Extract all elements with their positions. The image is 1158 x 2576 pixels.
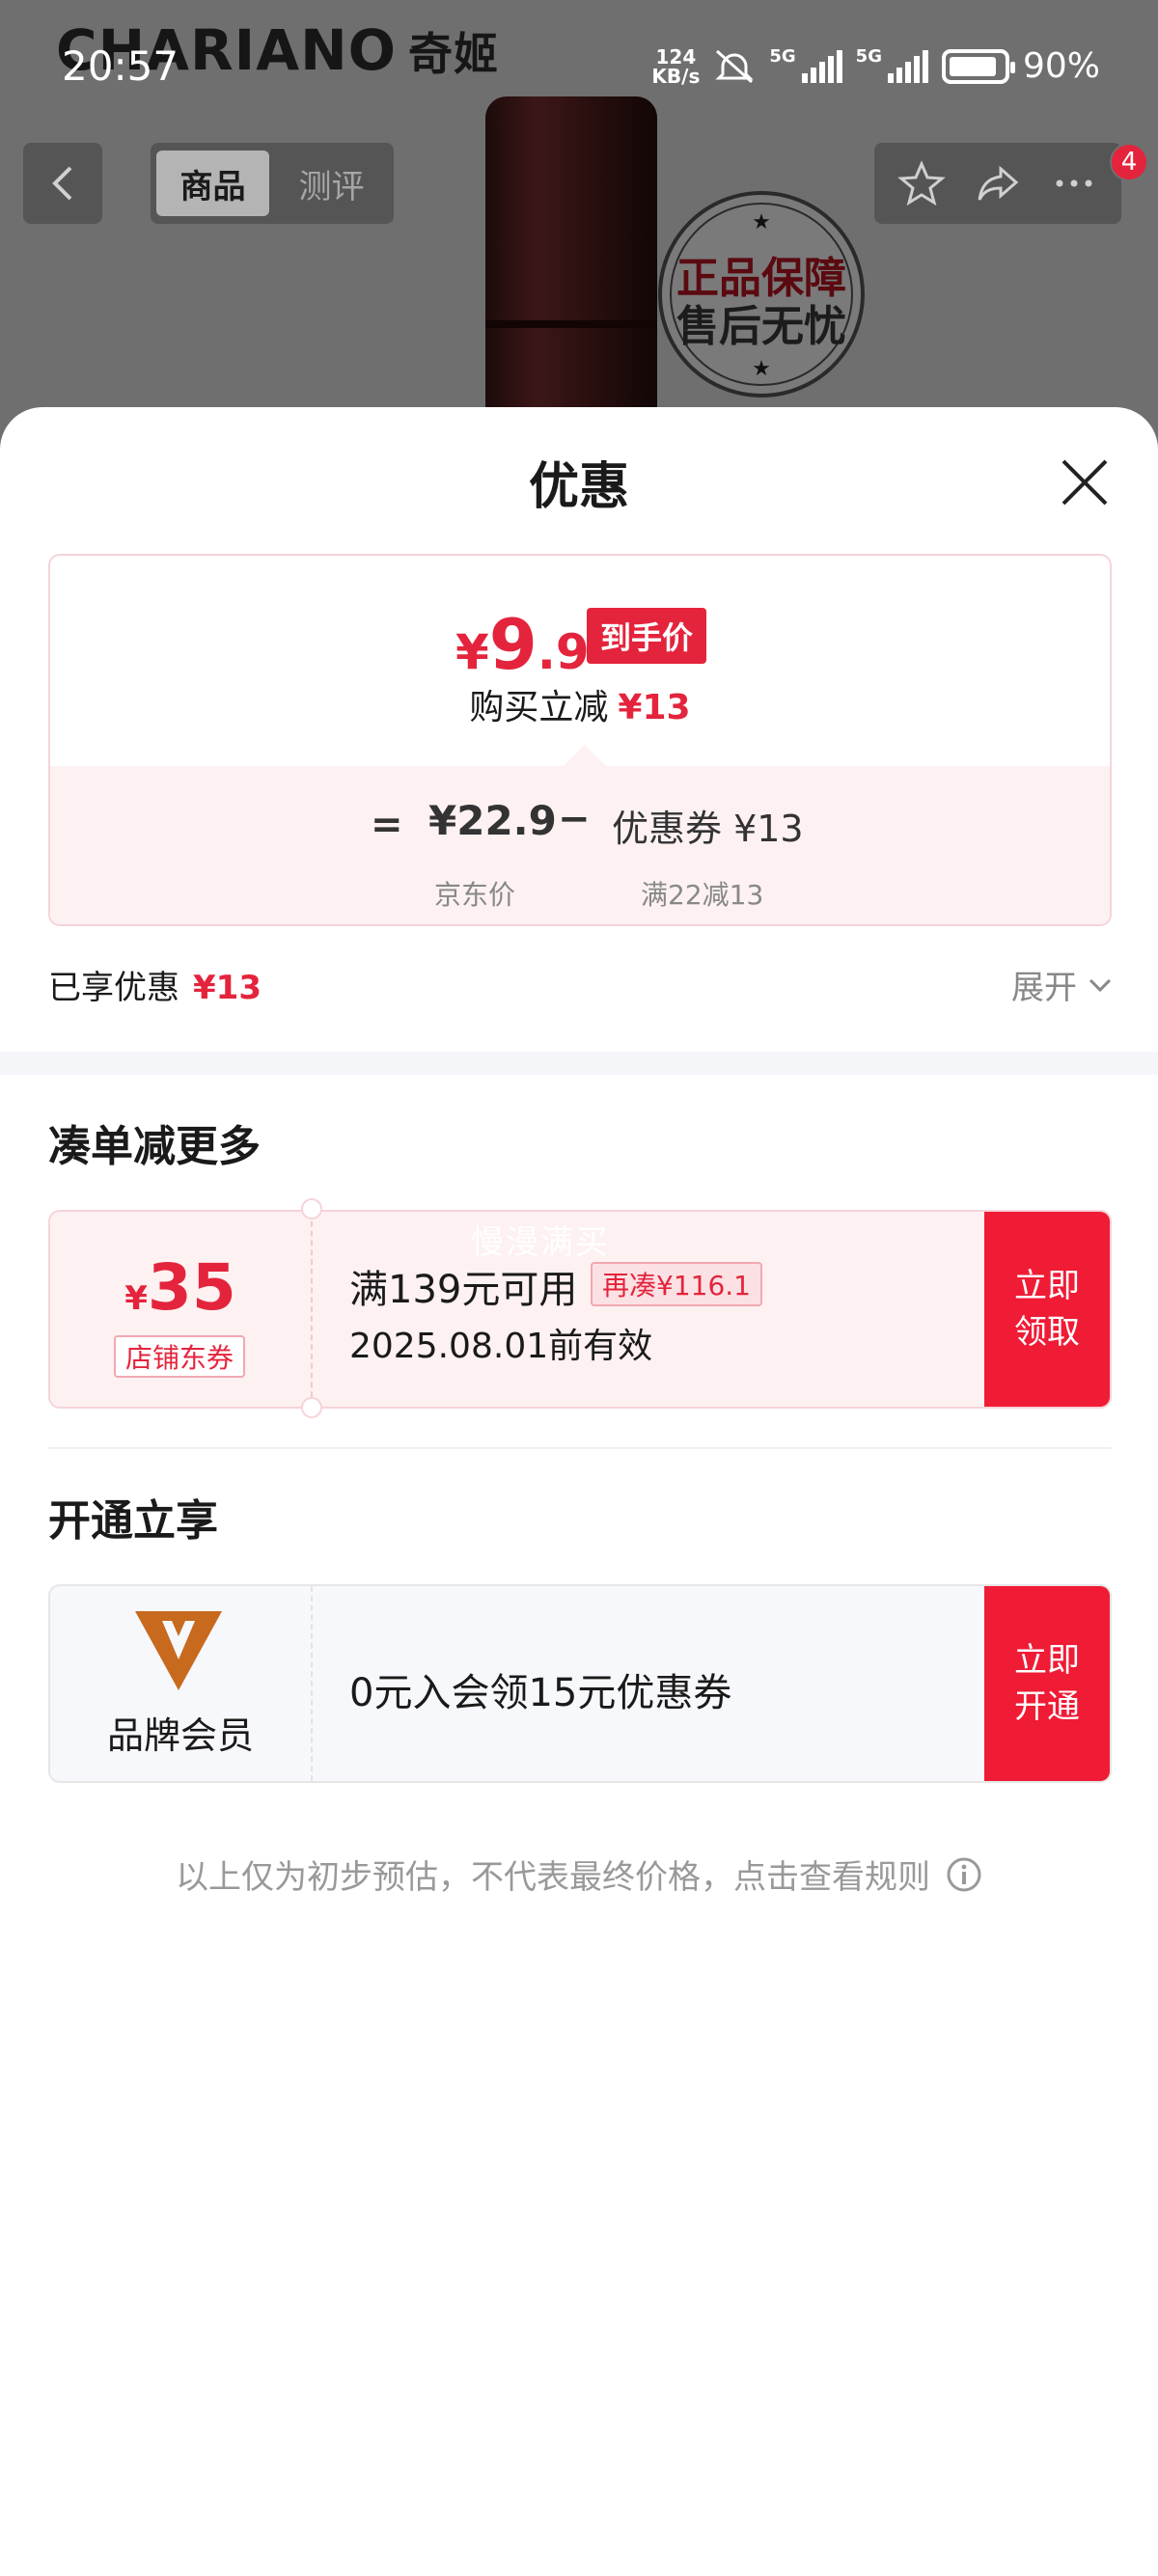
coupon-usage-condition: 满139元可用 [349, 1268, 578, 1312]
brand-v-logo-icon [135, 1611, 222, 1690]
join-line-2: 开通 [1014, 1687, 1080, 1726]
coupon-value-area: ¥35 店铺东券 [50, 1212, 313, 1407]
coupon-watermark: 慢漫满买 [471, 1223, 610, 1262]
page-tabs: 商品 测评 [151, 143, 394, 224]
coupon-value: ¥35 [50, 1250, 311, 1325]
equals-sign: = [371, 803, 403, 847]
coupon-number: 35 [147, 1250, 236, 1325]
notification-badge: 4 [1110, 143, 1148, 181]
coupon-amount: 优惠券 ¥13 [612, 808, 804, 850]
discount-sheet: 优惠 ¥9.9 到手价 购买立减 ¥13 = ¥22.9 − 优惠券 ¥13 京东… [0, 407, 1158, 2576]
reduce-amount: ¥13 [618, 688, 691, 727]
expand-button[interactable]: 展开 [1011, 961, 1114, 1008]
favorite-star-icon[interactable] [897, 159, 947, 207]
authenticity-seal: ★ 正品保障 售后无忧 ★ [658, 191, 865, 397]
join-membership-button[interactable]: 立即 开通 [984, 1586, 1110, 1781]
chevron-left-icon [52, 166, 72, 201]
network-speed: 124 KB/s [651, 47, 700, 86]
network-label-2: 5G [855, 46, 882, 67]
coupon-condition: 满22减13 [641, 879, 764, 911]
close-button[interactable] [1056, 453, 1114, 511]
share-icon[interactable] [974, 159, 1022, 207]
tab-reviews[interactable]: 测评 [275, 151, 388, 216]
coupon-currency: ¥ [124, 1279, 148, 1318]
final-price: ¥9.9 [455, 604, 590, 685]
alarm-off-icon [715, 49, 754, 83]
close-icon [1062, 459, 1108, 506]
coupon-type-badge: 店铺东券 [114, 1335, 246, 1378]
enjoyed-label: 已享优惠 [48, 969, 179, 1007]
jd-price-label: 京东价 [434, 879, 516, 911]
divider [48, 1447, 1112, 1449]
rules-footnote[interactable]: 以上仅为初步预估，不代表最终价格，点击查看规则 [0, 1850, 1158, 1898]
membership-brand-area: 品牌会员 [50, 1586, 313, 1781]
reduce-label: 购买立减 [469, 688, 609, 727]
status-time: 20:57 [62, 42, 179, 90]
status-icons: 124 KB/s 5G 5G 90% [651, 46, 1100, 86]
footnote-text: 以上仅为初步预估，不代表最终价格，点击查看规则 [176, 1858, 930, 1897]
currency-symbol: ¥ [455, 624, 489, 680]
section-divider [0, 1052, 1158, 1075]
claim-line-2: 领取 [1014, 1313, 1080, 1352]
membership-label: 品牌会员 [106, 1714, 254, 1757]
speed-unit: KB/s [651, 64, 701, 88]
status-bar: 20:57 124 KB/s 5G 5G 90% [0, 0, 1158, 135]
header-actions [874, 143, 1121, 224]
expand-label: 展开 [1011, 969, 1077, 1007]
store-coupon-card: ¥35 店铺东券 慢漫满买 满139元可用 再凑¥116.1 2025.08.0… [48, 1210, 1112, 1409]
speed-value: 124 [655, 44, 697, 69]
join-line-1: 立即 [1014, 1641, 1080, 1680]
minus-sign: − [558, 797, 591, 841]
price-card: ¥9.9 到手价 购买立减 ¥13 = ¥22.9 − 优惠券 ¥13 京东价 满… [48, 554, 1112, 926]
instant-reduce-line: 购买立减 ¥13 [50, 679, 1110, 729]
signal-icon [887, 49, 928, 83]
product-page-background: CHARIANO 奇姬 ★ 正品保障 售后无忧 ★ 20:57 124 KB/s … [0, 0, 1158, 453]
sheet-title: 优惠 [528, 458, 629, 516]
final-price-tag: 到手价 [587, 608, 707, 664]
price-caret [564, 745, 606, 766]
chevron-down-icon [1089, 978, 1112, 992]
coupon-validity: 2025.08.01前有效 [349, 1327, 653, 1366]
coupon-notch [301, 1397, 322, 1418]
final-price-area: ¥9.9 到手价 购买立减 ¥13 [50, 556, 1110, 766]
more-icon[interactable] [1050, 159, 1098, 207]
price-breakdown: = ¥22.9 − 优惠券 ¥13 京东价 满22减13 [50, 766, 1110, 924]
coupon-more-needed: 再凑¥116.1 [591, 1262, 762, 1306]
price-integer: 9 [488, 604, 538, 685]
claim-coupon-button[interactable]: 立即 领取 [984, 1212, 1110, 1407]
back-button[interactable] [23, 143, 102, 224]
price-decimal: .9 [537, 624, 590, 680]
star-icon: ★ [752, 210, 771, 234]
battery-icon [941, 48, 1015, 84]
product-image [485, 96, 657, 453]
membership-offer: 0元入会领15元优惠券 [349, 1671, 732, 1715]
star-icon: ★ [752, 357, 771, 381]
coupon-notch [301, 1198, 322, 1219]
info-icon[interactable] [946, 1856, 982, 1893]
battery-level: 90% [1022, 46, 1100, 86]
claim-line-1: 立即 [1014, 1267, 1080, 1305]
jd-price: ¥22.9 [428, 797, 557, 844]
seal-text-2: 售后无忧 [676, 302, 846, 351]
membership-card: 品牌会员 0元入会领15元优惠券 立即 开通 [48, 1584, 1112, 1783]
signal-icon [801, 49, 842, 83]
section-title-membership: 开通立享 [48, 1496, 218, 1546]
network-label-1: 5G [769, 46, 796, 67]
enjoyed-amount: ¥13 [193, 969, 262, 1007]
enjoyed-discount: 已享优惠 ¥13 [48, 961, 262, 1008]
tab-product[interactable]: 商品 [156, 151, 269, 216]
section-title-more-savings: 凑单减更多 [48, 1122, 261, 1171]
